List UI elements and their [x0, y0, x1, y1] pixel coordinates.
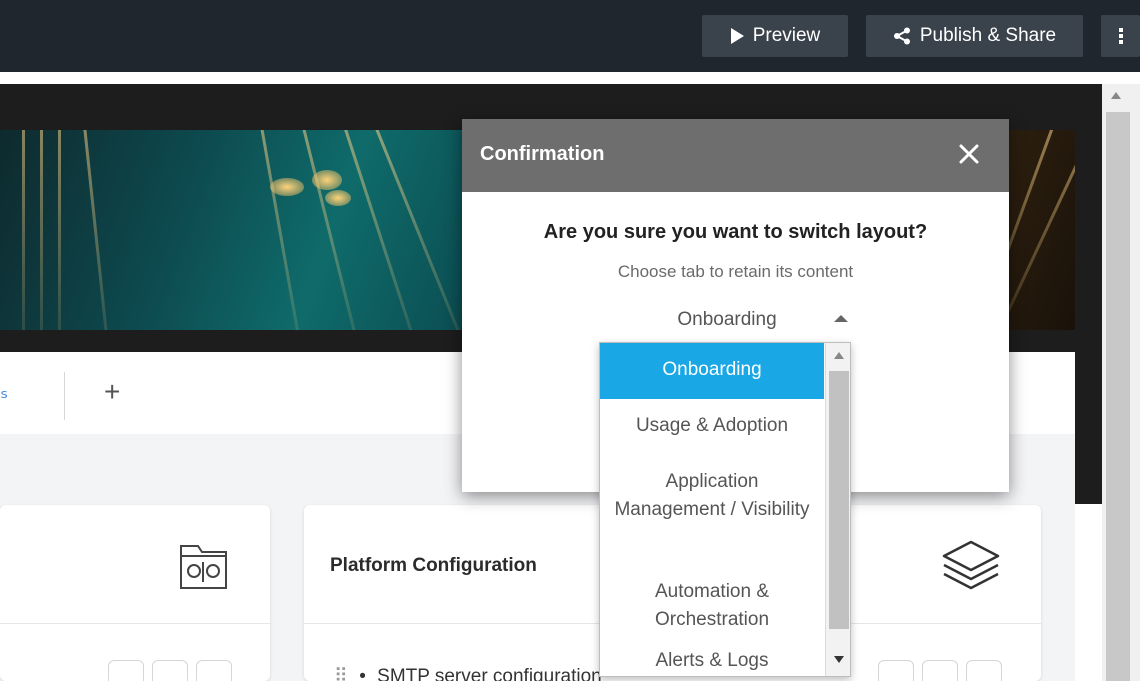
- dropdown-option-application-management[interactable]: Application Management / Visibility: [600, 455, 824, 565]
- page-scrollbar[interactable]: [1102, 84, 1140, 681]
- dropdown-list: Onboarding Usage & Adoption Application …: [600, 343, 824, 676]
- tab-separator: [64, 372, 65, 420]
- dropdown-scroll-thumb[interactable]: [829, 371, 849, 629]
- left-card-actions: [108, 660, 232, 681]
- list-item[interactable]: ⠿ • SMTP server configuration: [334, 665, 602, 681]
- top-toolbar: Preview Publish & Share: [0, 0, 1140, 72]
- delete-icon[interactable]: [196, 660, 232, 681]
- preview-button[interactable]: Preview: [702, 15, 848, 57]
- play-icon: [730, 28, 744, 44]
- dropdown-option-alerts-logs[interactable]: Alerts & Logs: [600, 647, 824, 676]
- dialog-subtitle: Choose tab to retain its content: [617, 262, 854, 281]
- delete-icon[interactable]: [966, 660, 1002, 681]
- copy-icon[interactable]: [108, 660, 144, 681]
- publish-share-label: Publish & Share: [919, 25, 1057, 46]
- tab-partial-edge[interactable]: ₛ: [0, 378, 8, 404]
- copy-icon[interactable]: [878, 660, 914, 681]
- drag-handle-icon[interactable]: ⠿: [334, 666, 348, 681]
- toolbar-divider: [0, 72, 1140, 84]
- more-vertical-icon: [1118, 28, 1123, 44]
- dialog-question: Are you sure you want to switch layout?: [543, 221, 928, 243]
- tab-select-value: Onboarding: [677, 309, 777, 330]
- scroll-up-arrow-icon[interactable]: [834, 352, 844, 359]
- scroll-thumb[interactable]: [1106, 112, 1130, 681]
- preview-label: Preview: [752, 25, 821, 46]
- dropdown-option-automation-orchestration[interactable]: Automation & Orchestration: [600, 565, 824, 647]
- scroll-down-arrow-icon[interactable]: [834, 656, 844, 663]
- right-card-actions: [878, 660, 1002, 681]
- close-icon[interactable]: [954, 139, 984, 169]
- chevron-up-icon: [834, 315, 848, 322]
- dropdown-option-onboarding[interactable]: Onboarding: [600, 343, 824, 399]
- dropdown-option-usage-adoption[interactable]: Usage & Adoption: [600, 399, 824, 455]
- settings-folder-icon: [180, 545, 227, 589]
- left-card: [0, 505, 270, 681]
- edit-icon[interactable]: [152, 660, 188, 681]
- publish-share-button[interactable]: Publish & Share: [866, 15, 1083, 57]
- edit-icon[interactable]: [922, 660, 958, 681]
- dialog-title: Confirmation: [480, 143, 605, 165]
- layers-icon: [942, 540, 1000, 590]
- card-divider: [0, 623, 270, 624]
- share-icon: [893, 27, 910, 45]
- dropdown-scrollbar[interactable]: [825, 343, 850, 676]
- add-tab-button[interactable]: +: [104, 376, 120, 408]
- card-title: Platform Configuration: [330, 555, 537, 576]
- more-menu-button[interactable]: [1101, 15, 1140, 57]
- tab-select-dropdown: Onboarding Usage & Adoption Application …: [599, 342, 851, 677]
- dialog-header: Confirmation: [462, 119, 1009, 192]
- tab-select[interactable]: Onboarding: [647, 305, 857, 335]
- scroll-up-arrow-icon[interactable]: [1111, 92, 1121, 99]
- list-item-label: SMTP server configuration: [377, 666, 602, 681]
